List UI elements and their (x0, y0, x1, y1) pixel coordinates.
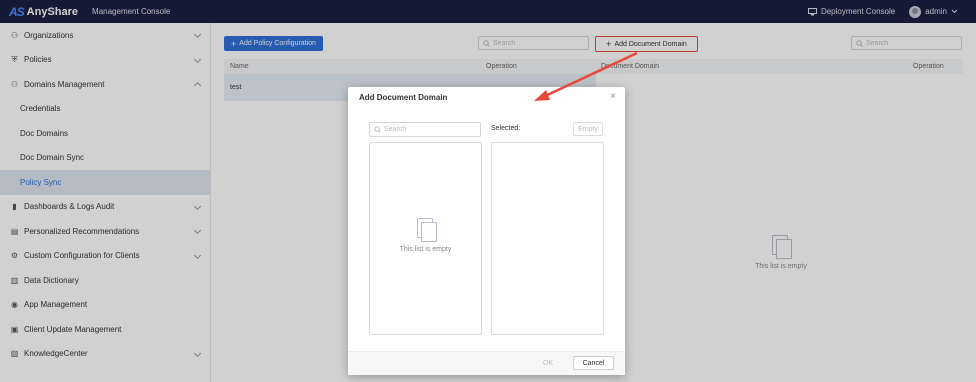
dialog-search-input[interactable]: Search (369, 122, 481, 137)
empty-button[interactable]: Empty (573, 122, 603, 136)
ok-button[interactable]: OK (533, 356, 563, 370)
add-document-domain-dialog: Add Document Domain × Search Selected: E… (348, 87, 625, 375)
dialog-search-placeholder: Search (384, 126, 407, 133)
selected-label: Selected: (491, 125, 521, 132)
dialog-title: Add Document Domain (359, 93, 448, 102)
close-icon[interactable]: × (610, 91, 616, 102)
cancel-button[interactable]: Cancel (573, 356, 614, 370)
empty-document-icon (416, 218, 437, 242)
search-icon (374, 126, 381, 133)
dialog-footer: OK Cancel (348, 351, 625, 375)
available-empty-text: This list is empty (399, 246, 452, 253)
available-list[interactable]: This list is empty (369, 142, 482, 335)
available-empty-state: This list is empty (370, 218, 481, 253)
selected-list[interactable] (491, 142, 604, 335)
